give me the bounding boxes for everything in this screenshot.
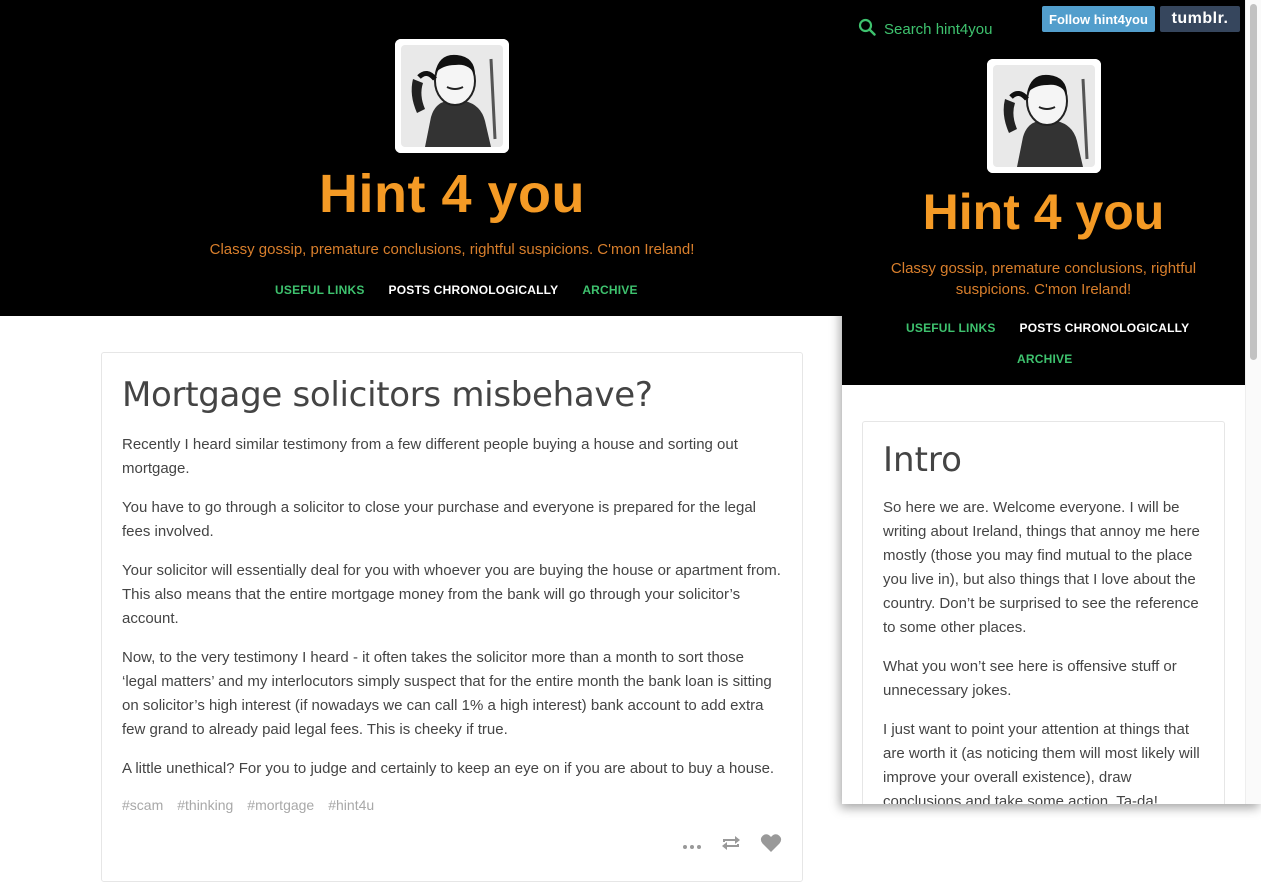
follow-button[interactable]: Follow hint4you bbox=[1042, 6, 1155, 32]
post-paragraph: What you won’t see here is offensive stu… bbox=[883, 658, 1177, 699]
blog-nav: USEFUL LINKS POSTS CHRONOLOGICALLY bbox=[906, 321, 1189, 335]
nav-useful-links[interactable]: USEFUL LINKS bbox=[906, 321, 996, 335]
post-paragraph: Now, to the very testimony I heard - it … bbox=[122, 649, 772, 738]
post-title[interactable]: Mortgage solicitors misbehave? bbox=[122, 375, 782, 415]
tag-link[interactable]: #scam bbox=[122, 797, 163, 813]
nav-archive[interactable]: ARCHIVE bbox=[582, 283, 637, 297]
blog-title[interactable]: Hint 4 you bbox=[842, 183, 1245, 241]
scrollbar-thumb[interactable] bbox=[1250, 4, 1257, 360]
tag-link[interactable]: #thinking bbox=[177, 797, 233, 813]
panel-header: Follow hint4you tumblr. Hint 4 you Class… bbox=[842, 0, 1245, 385]
blog-description: Classy gossip, premature conclusions, ri… bbox=[209, 241, 695, 258]
tumblr-logo-button[interactable]: tumblr. bbox=[1160, 6, 1240, 32]
blog-description: Classy gossip, premature conclusions, ri… bbox=[890, 260, 1197, 298]
post-paragraph: A little unethical? For you to judge and… bbox=[122, 760, 775, 777]
search-bar bbox=[858, 18, 1034, 41]
nav-archive[interactable]: ARCHIVE bbox=[1017, 352, 1072, 366]
search-icon[interactable] bbox=[858, 18, 876, 41]
blog-title[interactable]: Hint 4 you bbox=[0, 163, 904, 225]
post-paragraph: Recently I heard similar testimony from … bbox=[122, 436, 738, 477]
post-tags: #scam #thinking #mortgage #hint4u bbox=[122, 797, 782, 813]
blog-avatar[interactable] bbox=[395, 39, 509, 153]
tag-link[interactable]: #mortgage bbox=[247, 797, 314, 813]
nav-posts-chronologically[interactable]: POSTS CHRONOLOGICALLY bbox=[389, 283, 559, 297]
heart-icon[interactable] bbox=[760, 833, 782, 858]
post-card: Mortgage solicitors misbehave? Recently … bbox=[101, 352, 803, 882]
nav-useful-links[interactable]: USEFUL LINKS bbox=[275, 283, 365, 297]
blog-nav-row-2: ARCHIVE bbox=[1017, 352, 1072, 366]
post-paragraph: You have to go through a solicitor to cl… bbox=[122, 499, 757, 540]
post-paragraph: So here we are. Welcome everyone. I will… bbox=[883, 499, 1200, 636]
more-icon[interactable] bbox=[682, 837, 702, 855]
panel-scrollbar[interactable] bbox=[1245, 0, 1261, 804]
post-title[interactable]: Intro bbox=[883, 440, 1204, 480]
search-input[interactable] bbox=[884, 21, 1034, 38]
nav-posts-chronologically[interactable]: POSTS CHRONOLOGICALLY bbox=[1020, 321, 1190, 335]
post-actions bbox=[682, 833, 782, 858]
blog-avatar[interactable] bbox=[987, 59, 1101, 173]
post-paragraph: Your solicitor will essentially deal for… bbox=[122, 562, 781, 627]
tag-link[interactable]: #hint4u bbox=[328, 797, 374, 813]
post-card: Intro So here we are. Welcome everyone. … bbox=[862, 421, 1225, 804]
post-paragraph: I just want to point your attention at t… bbox=[883, 721, 1200, 804]
blog-nav: USEFUL LINKS POSTS CHRONOLOGICALLY ARCHI… bbox=[275, 283, 638, 297]
blog-preview-panel: Follow hint4you tumblr. Hint 4 you Class… bbox=[842, 0, 1261, 804]
reblog-icon[interactable] bbox=[720, 834, 742, 857]
